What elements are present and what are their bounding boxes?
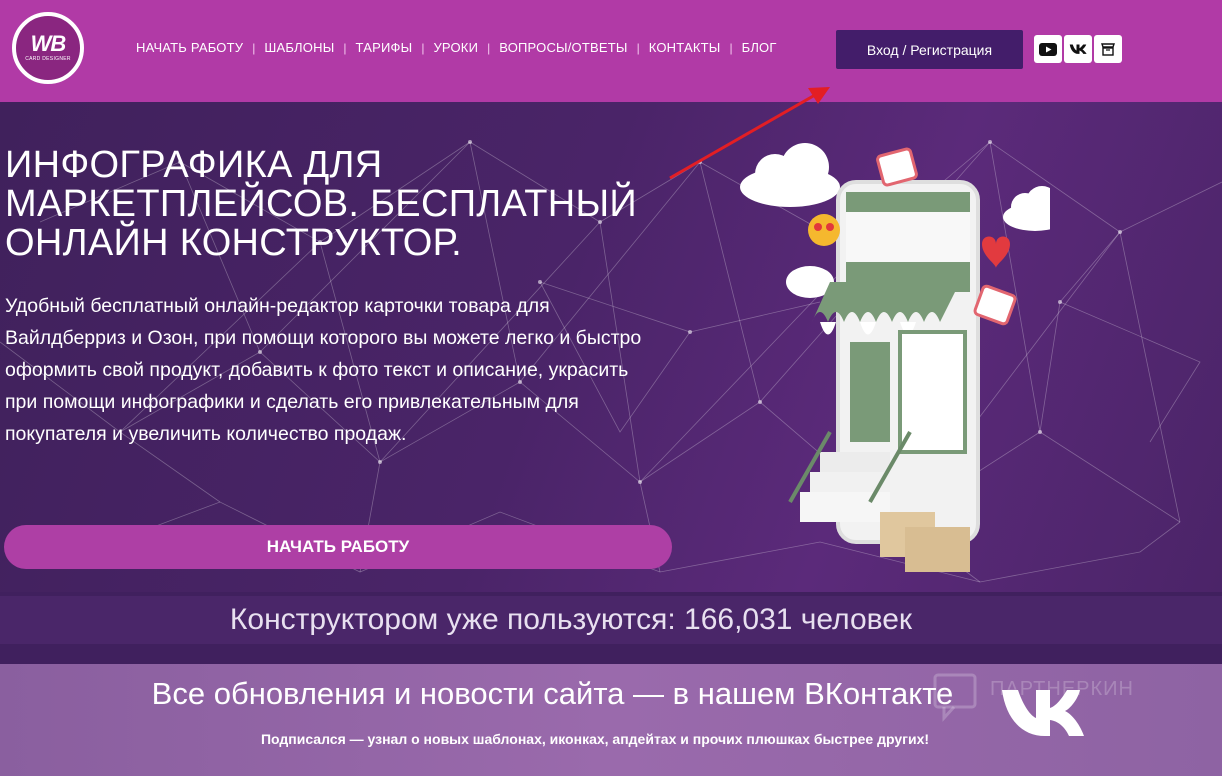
logo-subtext: CARD DESIGNER — [25, 56, 71, 62]
nav-separator: | — [487, 40, 491, 55]
youtube-icon[interactable] — [1034, 35, 1062, 63]
storefront-illustration — [740, 143, 1050, 572]
nav-templates[interactable]: ШАБЛОНЫ — [264, 40, 334, 55]
start-work-button[interactable]: НАЧАТЬ РАБОТУ — [4, 525, 672, 569]
nav-separator: | — [252, 40, 256, 55]
vk-logo-icon[interactable] — [1000, 684, 1096, 744]
nav-separator: | — [343, 40, 347, 55]
hero-description: Удобный бесплатный онлайн-редактор карто… — [5, 295, 642, 445]
nav-contacts[interactable]: КОНТАКТЫ — [649, 40, 721, 55]
hero-title: ИНФОГРАФИКА ДЛЯ МАРКЕТПЛЕЙСОВ. БЕСПЛАТНЫ… — [5, 144, 638, 264]
store-icon[interactable] — [1094, 35, 1122, 63]
nav-lessons[interactable]: УРОКИ — [433, 40, 478, 55]
users-counter-band: Конструктором уже пользуются: 166,031 че… — [0, 592, 1222, 664]
nav-blog[interactable]: БЛОГ — [742, 40, 777, 55]
login-register-button[interactable]: Вход / Регистрация — [836, 30, 1023, 69]
vk-icon[interactable] — [1064, 35, 1092, 63]
site-header: WB CARD DESIGNER НАЧАТЬ РАБОТУ | ШАБЛОНЫ… — [0, 0, 1222, 102]
users-counter-text: Конструктором уже пользуются: 166,031 че… — [229, 603, 913, 636]
users-counter: Конструктором уже пользуются: 166,031 че… — [0, 596, 1222, 644]
vk-section-title: Все обновления и новости сайта — в нашем… — [151, 676, 954, 711]
main-nav: НАЧАТЬ РАБОТУ | ШАБЛОНЫ | ТАРИФЫ | УРОКИ… — [136, 40, 777, 55]
site-logo[interactable]: WB CARD DESIGNER — [12, 12, 84, 84]
logo-text: WB — [30, 31, 67, 56]
nav-separator: | — [729, 40, 733, 55]
nav-pricing[interactable]: ТАРИФЫ — [356, 40, 413, 55]
nav-start[interactable]: НАЧАТЬ РАБОТУ — [136, 40, 243, 55]
vk-section: ПАРТНЕРКИН Все обновления и новости сайт… — [0, 664, 1222, 776]
nav-separator: | — [636, 40, 640, 55]
nav-separator: | — [421, 40, 425, 55]
hero-section: ИНФОГРАФИКА ДЛЯ МАРКЕТПЛЕЙСОВ. БЕСПЛАТНЫ… — [0, 102, 1222, 592]
nav-faq[interactable]: ВОПРОСЫ/ОТВЕТЫ — [499, 40, 627, 55]
